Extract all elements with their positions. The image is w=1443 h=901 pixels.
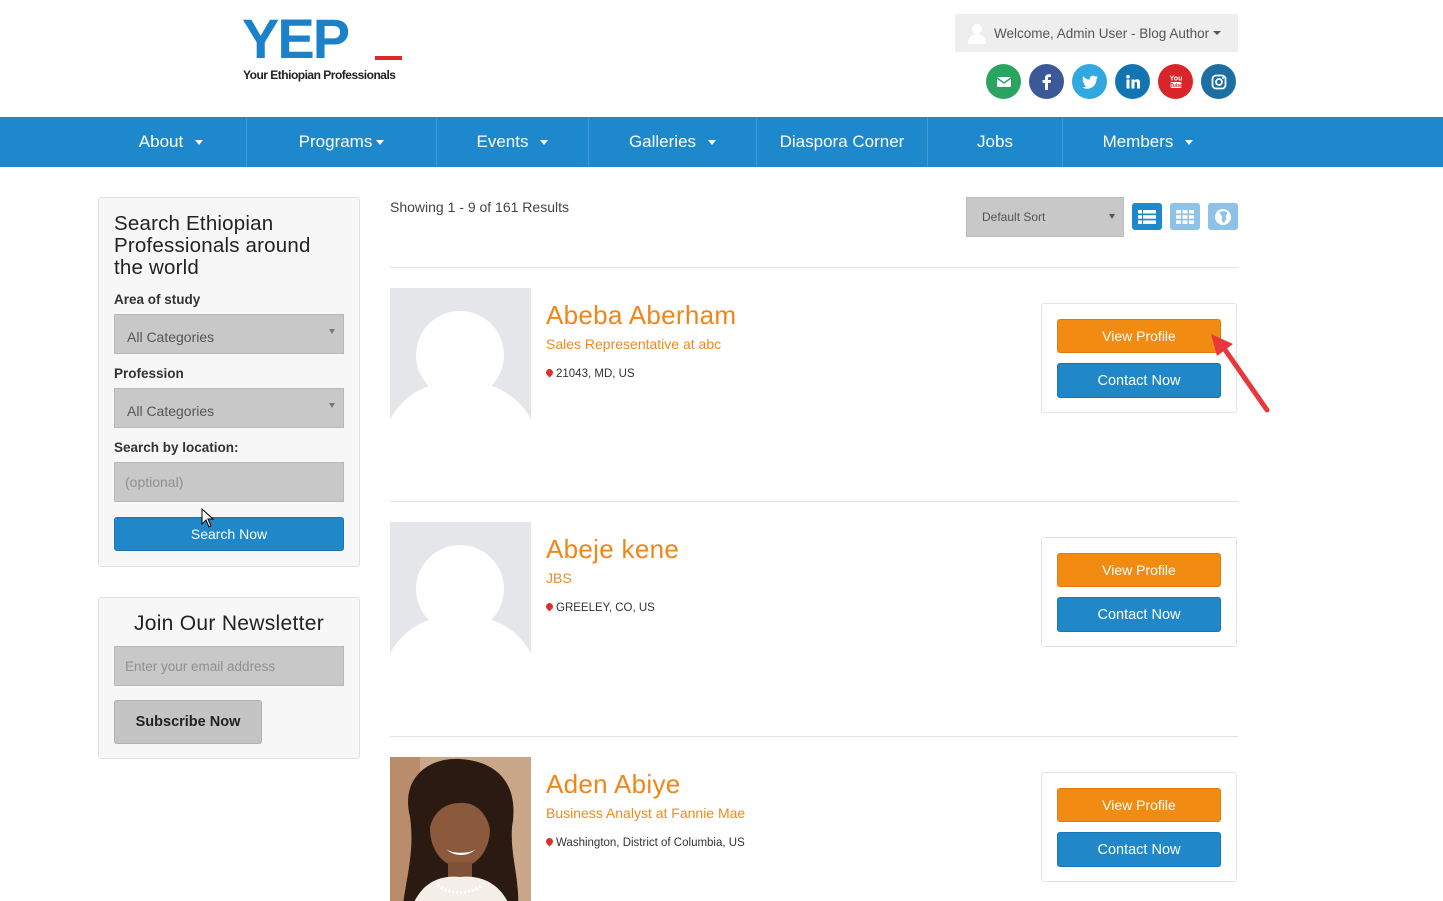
member-role: JBS [546,570,572,586]
divider [390,267,1238,268]
nav-label: Galleries [628,132,697,151]
search-panel-title: Search Ethiopian Professionals around th… [114,212,311,279]
chevron-down-icon [195,139,204,145]
view-profile-button[interactable]: View Profile [1057,319,1221,353]
chevron-down-icon [1185,139,1194,145]
placeholder-avatar[interactable] [390,522,531,677]
nav-label: Jobs [977,132,1013,151]
contact-now-button[interactable]: Contact Now [1057,363,1221,398]
nav-label: Members [1102,132,1174,151]
view-profile-button[interactable]: View Profile [1057,553,1221,587]
divider [390,501,1238,502]
chevron-down-icon [540,139,549,145]
search-panel: Search Ethiopian Professionals around th… [98,197,360,567]
email-icon[interactable] [986,64,1021,99]
map-pin-icon [546,838,553,848]
chevron-down-icon [329,403,335,408]
contact-now-button[interactable]: Contact Now [1057,597,1221,632]
nav-item-about[interactable]: About [96,117,247,167]
profession-select[interactable]: All Categories [114,388,344,428]
member-photo[interactable] [390,757,531,901]
nav-label: About [138,132,184,151]
map-view-button[interactable] [1208,203,1238,230]
map-pin-icon [546,369,553,379]
member-card: Aden Abiye Business Analyst at Fannie Ma… [390,757,1238,901]
placeholder-avatar[interactable] [390,288,531,443]
member-location: Washington, District of Columbia, US [546,837,745,849]
area-of-study-select[interactable]: All Categories [114,314,344,354]
linkedin-icon[interactable] [1115,64,1150,99]
chevron-down-icon [708,139,717,145]
member-actions: View Profile Contact Now [1041,303,1237,413]
nav-item-members[interactable]: Members [1063,117,1233,167]
newsletter-title: Join Our Newsletter [133,612,325,635]
nav-label: Programs [298,132,373,151]
nav-label: Diaspora Corner [779,132,905,151]
user-avatar-icon [967,22,987,44]
facebook-icon[interactable] [1029,64,1064,99]
nav-item-diaspora-corner[interactable]: Diaspora Corner [757,117,928,167]
twitter-icon[interactable] [1072,64,1107,99]
list-view-icon [1138,209,1156,224]
list-view-button[interactable] [1132,203,1162,230]
area-of-study-value: All Categories [127,329,215,345]
profession-label: Profession [114,366,184,381]
nav-item-programs[interactable]: Programs [247,117,437,167]
member-actions: View Profile Contact Now [1041,772,1237,882]
results-count: Showing 1 - 9 of 161 Results [390,199,569,215]
chevron-down-icon [329,329,335,334]
newsletter-email-input[interactable] [114,646,344,686]
member-name[interactable]: Abeba Aberham [546,300,736,331]
user-menu-dropdown[interactable]: Welcome, Admin User - Blog Author [955,14,1238,52]
newsletter-panel: Join Our Newsletter Subscribe Now [98,597,360,759]
contact-now-button[interactable]: Contact Now [1057,832,1221,867]
member-location: GREELEY, CO, US [546,602,655,614]
instagram-icon[interactable] [1201,64,1236,99]
member-actions: View Profile Contact Now [1041,537,1237,647]
sort-value: Default Sort [982,210,1046,224]
grid-view-button[interactable] [1170,203,1200,230]
chevron-down-icon [1109,214,1115,219]
nav-item-galleries[interactable]: Galleries [589,117,757,167]
member-location-text: Washington, District of Columbia, US [556,837,745,849]
youtube-icon[interactable]: You Tube [1158,64,1193,99]
chevron-down-icon [376,139,385,145]
welcome-text: Welcome, Admin User - Blog Author [994,25,1210,41]
map-pin-icon [546,603,553,613]
svg-text:Tube: Tube [1170,82,1182,88]
divider [390,736,1238,737]
search-now-button[interactable]: Search Now [114,517,344,551]
member-card: Abeba Aberham Sales Representative at ab… [390,288,1238,488]
sort-select[interactable]: Default Sort [966,197,1124,237]
logo-tagline: Your Ethiopian Professionals [243,68,396,82]
subscribe-now-button[interactable]: Subscribe Now [114,700,262,744]
member-location-text: 21043, MD, US [556,368,635,380]
social-links: You Tube [986,64,1236,99]
logo-underscore [375,56,402,60]
area-of-study-label: Area of study [114,292,201,307]
mouse-cursor-icon [201,508,215,528]
location-label: Search by location: [114,440,239,455]
profession-value: All Categories [127,403,215,419]
member-name[interactable]: Abeje kene [546,534,679,565]
member-location: 21043, MD, US [546,368,635,380]
svg-text:You: You [1169,75,1182,82]
member-location-text: GREELEY, CO, US [556,602,655,614]
member-role: Business Analyst at Fannie Mae [546,805,746,821]
location-input[interactable] [114,462,344,502]
site-logo[interactable]: YEP Your Ethiopian Professionals [242,11,412,86]
member-name[interactable]: Aden Abiye [546,769,681,800]
member-card: Abeje kene JBS GREELEY, CO, US View Prof… [390,522,1238,722]
nav-item-events[interactable]: Events [437,117,589,167]
main-navigation: About Programs Events Galleries Diaspora… [0,117,1443,167]
view-profile-button[interactable]: View Profile [1057,788,1221,822]
chevron-down-icon [1213,31,1222,35]
nav-label: Events [476,132,529,151]
globe-icon [1215,208,1231,225]
grid-view-icon [1176,209,1194,224]
member-role: Sales Representative at abc [546,336,722,352]
nav-item-jobs[interactable]: Jobs [928,117,1063,167]
